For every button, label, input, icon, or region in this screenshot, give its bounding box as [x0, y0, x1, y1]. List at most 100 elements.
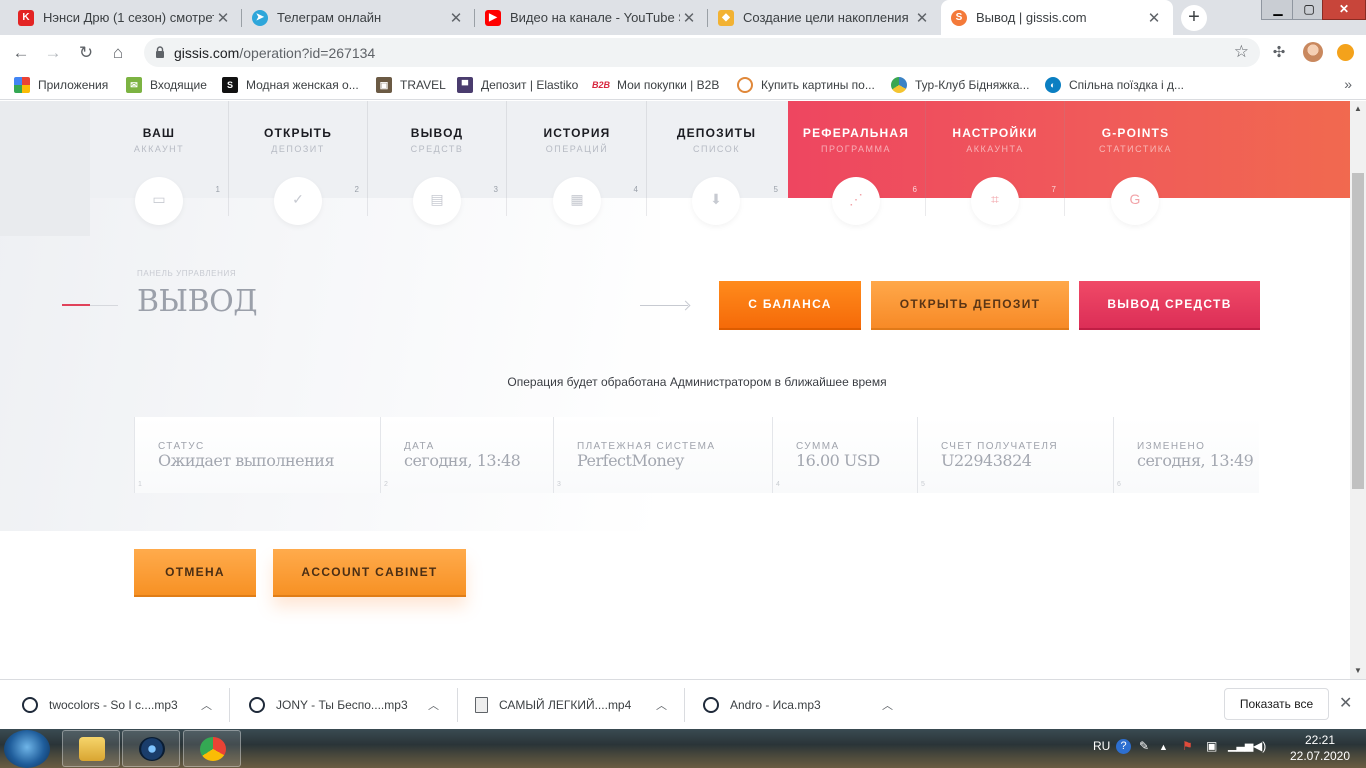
bookmark-label: Депозит | Elastiko	[481, 78, 579, 92]
scrollbar-thumb[interactable]	[1352, 173, 1364, 489]
back-arrow-icon[interactable]: ←	[8, 40, 34, 66]
extensions-puzzle-icon[interactable]: ✣	[1266, 40, 1292, 66]
audio-file-icon	[249, 697, 265, 713]
nav-referral[interactable]: РЕФЕРАЛЬНАЯ ПРОГРАММА 6 ⋰	[787, 101, 926, 225]
taskbar-explorer[interactable]	[62, 730, 120, 767]
status-notice: Операция будет обработана Администраторо…	[507, 375, 887, 389]
mail-icon: ✉	[126, 77, 142, 93]
from-balance-button[interactable]: С БАЛАНСА	[719, 281, 861, 328]
show-all-downloads-button[interactable]: Показать все	[1224, 688, 1329, 720]
scroll-up-icon[interactable]: ▲	[1354, 104, 1362, 113]
browser-toolbar: ← → ↻ ⌂ gissis.com/operation?id=267134 ☆…	[0, 35, 1366, 70]
nav-withdraw[interactable]: ВЫВОД СРЕДСТВ 3 ▤	[368, 101, 507, 225]
bookmark-apps[interactable]: Приложения	[14, 76, 108, 94]
tab-youtube[interactable]: ▶ Видео на канале - YouTube Stu ✕	[475, 0, 708, 35]
bookmark-elastiko[interactable]: ▀ Депозит | Elastiko	[457, 76, 578, 94]
bookmark-tour-club[interactable]: Тур-Клуб Бідняжка...	[891, 76, 1029, 94]
hero-corner	[0, 101, 90, 236]
page-scrollbar[interactable]: ▲ ▼	[1350, 101, 1366, 679]
nav-subtitle: СПИСОК	[693, 144, 740, 154]
nav-settings[interactable]: НАСТРОЙКИ АККАУНТА 7 ⌗	[926, 101, 1065, 225]
scroll-down-icon[interactable]: ▼	[1354, 666, 1362, 675]
bookmark-label: Мои покупки | B2B	[617, 78, 720, 92]
close-icon[interactable]: ✕	[913, 9, 931, 27]
close-icon[interactable]: ✕	[1145, 9, 1163, 27]
tab-title: Видео на канале - YouTube Stu	[510, 10, 680, 25]
profile-avatar[interactable]	[1303, 42, 1323, 62]
nav-title: ДЕПОЗИТЫ	[676, 126, 757, 140]
taskbar-media-player[interactable]	[122, 730, 180, 767]
apps-grid-icon	[14, 77, 30, 93]
tab-savings-goal[interactable]: ◆ Создание цели накопления ✕	[708, 0, 941, 35]
reload-icon[interactable]: ↻	[73, 40, 99, 66]
volume-icon[interactable]: ◀)	[1253, 739, 1266, 753]
network-signal-icon[interactable]: ▁▃▅	[1228, 739, 1253, 752]
minimize-window-button[interactable]: ▁	[1261, 0, 1295, 20]
start-button[interactable]	[4, 730, 50, 768]
chevron-up-icon[interactable]: ︿	[201, 697, 212, 713]
system-clock[interactable]: 22:21 22.07.2020	[1285, 732, 1355, 764]
chevron-up-icon[interactable]: ︿	[428, 697, 439, 713]
nav-history[interactable]: ИСТОРИЯ ОПЕРАЦИЙ 4 ▦	[508, 101, 647, 225]
cancel-button[interactable]: ОТМЕНА	[134, 549, 256, 595]
tab-nancy-drew[interactable]: K Нэнси Дрю (1 сезон) смотреть ✕	[8, 0, 242, 35]
bookmarks-bar: Приложения ✉ Входящие S Модная женская о…	[0, 70, 1366, 100]
help-icon[interactable]: ?	[1116, 739, 1131, 754]
maximize-window-button[interactable]: ▢	[1292, 0, 1326, 20]
new-tab-button[interactable]: +	[1181, 5, 1207, 31]
nav-title: ВАШ	[142, 126, 176, 140]
share-icon: ⋰	[849, 191, 863, 207]
bookmark-travel[interactable]: ▣ TRAVEL	[376, 76, 446, 94]
action-center-icon[interactable]: ⚑	[1182, 739, 1193, 753]
tab-gissis-withdraw[interactable]: S Вывод | gissis.com ✕	[941, 0, 1173, 35]
taskbar-chrome[interactable]	[183, 730, 241, 767]
address-bar[interactable]: gissis.com/operation?id=267134 ☆	[144, 38, 1260, 67]
close-icon[interactable]: ✕	[214, 9, 232, 27]
nav-open-deposit[interactable]: ОТКРЫТЬ ДЕПОЗИТ 2 ✓	[229, 101, 368, 225]
travel-image-icon: ▣	[376, 77, 392, 93]
info-value: PerfectMoney	[577, 451, 684, 470]
bookmark-star-icon[interactable]: ☆	[1234, 42, 1249, 62]
bookmark-fashion[interactable]: S Модная женская о...	[222, 76, 359, 94]
bookmark-paintings[interactable]: Купить картины по...	[737, 76, 875, 94]
close-window-button[interactable]: ✕	[1322, 0, 1366, 20]
close-icon[interactable]: ✕	[1339, 693, 1352, 713]
open-deposit-button[interactable]: ОТКРЫТЬ ДЕПОЗИТ	[871, 281, 1069, 328]
download-filename: JONY - Ты Беспо....mp3	[276, 698, 408, 712]
tab-telegram[interactable]: ➤ Телеграм онлайн ✕	[242, 0, 475, 35]
usb-device-icon[interactable]: ▣	[1206, 739, 1217, 753]
close-icon[interactable]: ✕	[680, 9, 698, 27]
tab-title: Нэнси Дрю (1 сезон) смотреть	[43, 10, 214, 25]
info-date: ДАТА сегодня, 13:48 2	[380, 417, 553, 493]
nav-icon-circle: ▤	[413, 177, 461, 225]
forward-arrow-icon[interactable]: →	[40, 40, 66, 66]
nav-deposits[interactable]: ДЕПОЗИТЫ СПИСОК 5 ⬇	[647, 101, 786, 225]
show-hidden-icons-icon[interactable]: ▲	[1159, 742, 1168, 752]
touch-keyboard-icon[interactable]: ✎	[1139, 739, 1149, 753]
download-item[interactable]: Andro - Иса.mp3 ︿	[703, 690, 893, 720]
nav-g-points[interactable]: G-POINTS СТАТИСТИКА G	[1066, 101, 1205, 225]
bookmark-inbox[interactable]: ✉ Входящие	[126, 76, 207, 94]
info-number: 5	[921, 481, 925, 488]
language-indicator[interactable]: RU	[1093, 739, 1110, 753]
withdraw-funds-button[interactable]: ВЫВОД СРЕДСТВ	[1079, 281, 1260, 328]
more-bookmarks-icon[interactable]: »	[1344, 76, 1352, 92]
home-icon[interactable]: ⌂	[105, 40, 131, 66]
bookmark-blablacar[interactable]: ◐ Спільна поїздка і д...	[1045, 76, 1184, 94]
close-icon[interactable]: ✕	[447, 9, 465, 27]
nav-title: ИСТОРИЯ	[543, 126, 611, 140]
tour-club-icon	[891, 77, 907, 93]
video-file-icon	[475, 697, 488, 713]
download-item[interactable]: САМЫЙ ЛЕГКИЙ....mp4 ︿	[475, 690, 667, 720]
download-item[interactable]: JONY - Ты Беспо....mp3 ︿	[249, 690, 439, 720]
bookmark-b2b[interactable]: B2B Мои покупки | B2B	[592, 76, 720, 94]
chevron-up-icon[interactable]: ︿	[882, 697, 893, 713]
browser-tab-strip: K Нэнси Дрю (1 сезон) смотреть ✕ ➤ Телег…	[0, 0, 1366, 35]
nav-subtitle: ОПЕРАЦИЙ	[545, 144, 609, 154]
extension-icon[interactable]	[1337, 44, 1354, 61]
chevron-up-icon[interactable]: ︿	[656, 697, 667, 713]
info-amount: СУММА 16.00 USD 4	[772, 417, 917, 493]
download-item[interactable]: twocolors - So I c....mp3 ︿	[22, 690, 212, 720]
account-cabinet-button[interactable]: ACCOUNT CABINET	[273, 549, 466, 595]
nav-account[interactable]: ВАШ АККАУНТ 1 ▭	[90, 101, 229, 225]
